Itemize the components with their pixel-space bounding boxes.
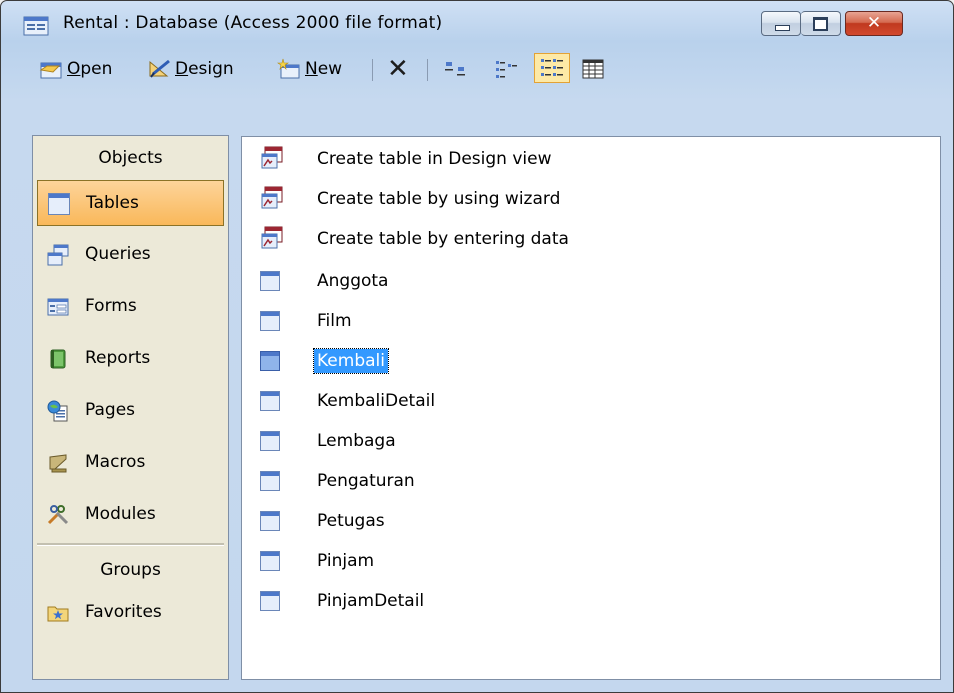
sidebar-item-label: Forms <box>85 296 137 316</box>
table-icon <box>260 471 280 491</box>
query-icon <box>47 244 69 266</box>
objects-header[interactable]: Objects <box>33 136 228 180</box>
page-icon <box>47 400 68 422</box>
table-icon <box>260 271 280 291</box>
report-icon <box>50 349 66 369</box>
sidebar-item-label: Modules <box>85 504 156 524</box>
table-icon <box>260 431 280 451</box>
groups-header[interactable]: Groups <box>33 548 228 592</box>
design-icon <box>149 59 170 78</box>
sidebar-item-modules[interactable]: Modules <box>37 492 224 538</box>
table-icon <box>260 591 280 611</box>
open-mnemonic: O <box>67 59 81 79</box>
shortcut-icon <box>261 186 283 209</box>
sidebar-item-macros[interactable]: Macros <box>37 440 224 486</box>
table-icon <box>260 351 280 371</box>
database-window-icon <box>23 16 49 36</box>
list-view-icon <box>541 59 563 76</box>
sidebar-item-favorites[interactable]: Favorites <box>37 590 224 636</box>
sidebar-item-forms[interactable]: Forms <box>37 284 224 330</box>
delete-button[interactable]: ✕ <box>387 54 409 84</box>
maximize-icon <box>813 17 828 31</box>
toolbar-separator <box>427 59 428 81</box>
list-item-label: Film <box>317 311 352 331</box>
new-icon <box>277 58 300 79</box>
large-icons-view-button[interactable] <box>444 55 470 83</box>
list-item-label: Anggota <box>317 271 389 291</box>
sidebar-item-label: Queries <box>85 244 151 264</box>
list-item-label: Pengaturan <box>317 471 415 491</box>
sidebar-item-reports[interactable]: Reports <box>37 336 224 382</box>
table-icon <box>260 311 280 331</box>
details-view-button[interactable] <box>581 55 607 83</box>
sidebar-item-label: Favorites <box>85 602 162 622</box>
shortcut-icon <box>261 226 283 249</box>
small-icons-view-button[interactable] <box>494 55 520 83</box>
close-icon: ✕ <box>866 13 882 33</box>
design-mnemonic: D <box>175 59 189 79</box>
title-bar[interactable]: Rental : Database (Access 2000 file form… <box>1 1 953 45</box>
object-list[interactable]: Create table in Design view Create table… <box>241 136 941 680</box>
list-item-label: Kembali <box>313 348 389 374</box>
window-title: Rental : Database (Access 2000 file form… <box>63 13 443 33</box>
list-item-label: Pinjam <box>317 551 375 571</box>
list-item-label: PinjamDetail <box>317 591 425 611</box>
minimize-button[interactable] <box>761 11 801 36</box>
list-item-label: KembaliDetail <box>317 391 436 411</box>
details-view-icon <box>582 59 604 79</box>
large-icons-view-icon <box>445 62 465 76</box>
toolbar: Open Design New ✕ <box>1 45 953 89</box>
toolbar-separator <box>372 59 373 81</box>
new-label: ew <box>317 59 343 79</box>
minimize-icon <box>775 25 790 31</box>
list-item-label: Petugas <box>317 511 385 531</box>
sidebar-item-tables[interactable]: Tables <box>37 180 224 226</box>
new-mnemonic: N <box>305 59 318 79</box>
list-view-button[interactable] <box>534 53 570 83</box>
open-label: pen <box>80 59 113 79</box>
open-button[interactable]: Open <box>39 55 112 83</box>
sidebar-item-label: Tables <box>86 193 139 213</box>
table-icon <box>260 551 280 571</box>
list-item-label: Lembaga <box>317 431 396 451</box>
design-label: esign <box>188 59 234 79</box>
list-item-label: Create table by entering data <box>317 229 569 249</box>
sidebar-item-label: Macros <box>85 452 146 472</box>
table-icon <box>260 511 280 531</box>
sidebar-item-pages[interactable]: Pages <box>37 388 224 434</box>
form-icon <box>47 298 69 316</box>
sidebar-divider <box>37 543 224 546</box>
design-button[interactable]: Design <box>147 55 234 83</box>
open-icon <box>39 62 62 79</box>
table-icon <box>48 193 70 215</box>
macro-icon <box>49 454 67 473</box>
shortcut-icon <box>261 146 283 169</box>
list-item-label: Create table by using wizard <box>317 189 561 209</box>
database-window: Rental : Database (Access 2000 file form… <box>0 0 954 693</box>
sidebar-item-queries[interactable]: Queries <box>37 232 224 278</box>
sidebar-item-label: Pages <box>85 400 136 420</box>
sidebar-item-label: Reports <box>85 348 151 368</box>
new-button[interactable]: New <box>277 55 342 83</box>
favorites-folder-icon <box>47 606 69 622</box>
delete-icon: ✕ <box>387 54 409 84</box>
module-icon <box>47 505 69 525</box>
objects-bar: Objects Tables Queries Forms Reports Pag… <box>32 135 229 680</box>
table-icon <box>260 391 280 411</box>
list-item-label: Create table in Design view <box>317 149 552 169</box>
maximize-button[interactable] <box>801 11 841 36</box>
small-icons-view-icon <box>496 61 517 78</box>
close-button[interactable]: ✕ <box>845 11 903 36</box>
